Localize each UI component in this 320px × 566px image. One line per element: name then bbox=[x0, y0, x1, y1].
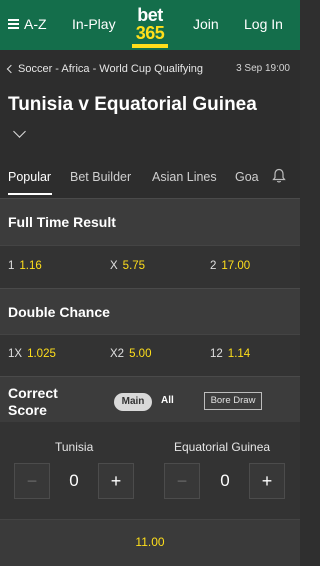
selection-home[interactable]: 1 1.16 bbox=[8, 260, 42, 272]
correct-score-odds: 11.00 bbox=[135, 535, 165, 549]
selection-odds: 1.16 bbox=[19, 260, 42, 272]
logo-text-bottom: 365 bbox=[135, 23, 165, 43]
inplay-link[interactable]: In-Play bbox=[72, 16, 116, 32]
double-chance-row: 1X 1.025 X2 5.00 12 1.14 bbox=[0, 334, 300, 376]
event-header: Soccer - Africa - World Cup Qualifying 3… bbox=[0, 50, 300, 158]
az-label: A-Z bbox=[24, 16, 47, 32]
main-toggle[interactable]: Main bbox=[114, 393, 152, 411]
join-link[interactable]: Join bbox=[193, 16, 219, 32]
home-increment-button[interactable]: + bbox=[98, 463, 134, 499]
double-chance-header[interactable]: Double Chance bbox=[0, 288, 300, 334]
tab-asian-lines[interactable]: Asian Lines bbox=[152, 170, 217, 184]
bet365-logo[interactable]: bet 365 bbox=[132, 6, 168, 48]
away-decrement-button[interactable]: − bbox=[164, 463, 200, 499]
selection-draw[interactable]: X 5.75 bbox=[110, 260, 145, 272]
bore-draw-button[interactable]: Bore Draw bbox=[204, 392, 262, 410]
breadcrumb-text: Soccer - Africa - World Cup Qualifying bbox=[18, 63, 204, 75]
breadcrumb[interactable]: Soccer - Africa - World Cup Qualifying bbox=[6, 63, 204, 75]
bell-icon[interactable] bbox=[272, 168, 286, 184]
logo-underline bbox=[132, 44, 168, 48]
away-increment-button[interactable]: + bbox=[249, 463, 285, 499]
market-title: Full Time Result bbox=[8, 214, 116, 230]
tab-bet-builder[interactable]: Bet Builder bbox=[70, 170, 131, 184]
login-link[interactable]: Log In bbox=[244, 16, 283, 32]
tab-popular[interactable]: Popular bbox=[8, 170, 51, 184]
az-menu-button[interactable]: A-Z bbox=[8, 16, 47, 32]
market-title: Correct Score bbox=[8, 385, 58, 418]
home-decrement-button[interactable]: − bbox=[14, 463, 50, 499]
selection-away[interactable]: 2 17.00 bbox=[210, 260, 250, 272]
selection-odds: 5.75 bbox=[122, 260, 146, 272]
chevron-left-icon bbox=[6, 64, 16, 74]
correct-score-picker: Tunisia Equatorial Guinea − 0 + − 0 + bbox=[0, 422, 300, 519]
selection-odds: 1.025 bbox=[27, 348, 56, 360]
selection-12[interactable]: 12 1.14 bbox=[210, 348, 250, 360]
active-tab-indicator bbox=[8, 193, 52, 195]
selection-1x[interactable]: 1X 1.025 bbox=[8, 348, 56, 360]
hamburger-icon bbox=[8, 17, 19, 31]
selection-x2[interactable]: X2 5.00 bbox=[110, 348, 151, 360]
all-toggle[interactable]: All bbox=[161, 395, 174, 406]
tab-goals[interactable]: Goa bbox=[235, 170, 259, 184]
selection-name: X bbox=[110, 260, 118, 272]
selection-odds: 17.00 bbox=[221, 260, 251, 272]
selection-odds: 1.14 bbox=[227, 348, 251, 360]
logo-text-top: bet bbox=[137, 5, 163, 25]
home-score: 0 bbox=[69, 471, 79, 490]
market-tabs: Popular Bet Builder Asian Lines Goa bbox=[0, 158, 300, 198]
market-title: Double Chance bbox=[8, 304, 110, 320]
away-team-label: Equatorial Guinea bbox=[174, 440, 271, 454]
away-score: 0 bbox=[220, 471, 230, 490]
selection-name: 1X bbox=[8, 348, 23, 360]
kickoff-time: 3 Sep 19:00 bbox=[236, 63, 290, 74]
chevron-down-icon[interactable] bbox=[13, 125, 26, 138]
top-nav: A-Z In-Play bet 365 Join Log In bbox=[0, 0, 300, 50]
selection-name: 1 bbox=[8, 260, 15, 272]
correct-score-header: Correct Score Main All Bore Draw bbox=[0, 376, 300, 422]
selection-name: X2 bbox=[110, 348, 125, 360]
selection-name: 12 bbox=[210, 348, 223, 360]
selection-odds: 5.00 bbox=[129, 348, 152, 360]
full-time-result-row: 1 1.16 X 5.75 2 17.00 bbox=[0, 245, 300, 288]
home-team-label: Tunisia bbox=[55, 440, 94, 454]
correct-score-odds-button[interactable]: 11.00 bbox=[0, 519, 300, 566]
selection-name: 2 bbox=[210, 260, 217, 272]
full-time-result-header[interactable]: Full Time Result bbox=[0, 198, 300, 245]
match-title: Tunisia v Equatorial Guinea bbox=[8, 94, 257, 115]
